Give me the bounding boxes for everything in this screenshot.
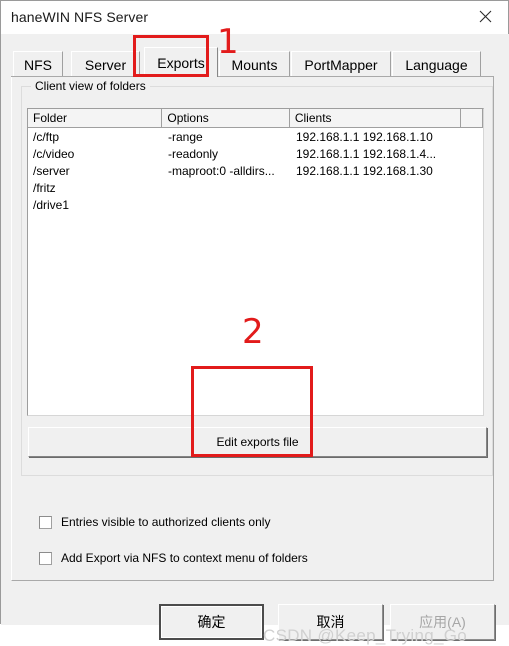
- cell-clients: [291, 179, 463, 196]
- edit-exports-file-label: Edit exports file: [216, 435, 299, 449]
- title-bar: haneWIN NFS Server: [1, 1, 508, 34]
- listview-rows: /c/ftp -range 192.168.1.1 192.168.1.10 /…: [28, 128, 483, 415]
- cancel-button-label: 取消: [316, 614, 345, 630]
- tab-language[interactable]: Language: [392, 51, 481, 77]
- table-row[interactable]: /c/video -readonly 192.168.1.1 192.168.1…: [28, 145, 483, 162]
- cell-options: [163, 179, 291, 196]
- column-header-folder[interactable]: Folder: [28, 109, 163, 128]
- tab-strip-underline: [11, 76, 494, 77]
- window-title: haneWIN NFS Server: [11, 9, 149, 25]
- checkbox-entries-visible-authorized-only[interactable]: Entries visible to authorized clients on…: [39, 515, 270, 529]
- checkbox-label: Add Export via NFS to context menu of fo…: [61, 551, 308, 565]
- apply-button: 应用(A): [390, 604, 495, 640]
- apply-button-label: 应用(A): [419, 614, 466, 630]
- ok-button-inner: 确定: [161, 606, 262, 638]
- checkbox-label: Entries visible to authorized clients on…: [61, 515, 271, 529]
- cell-clients: 192.168.1.1 192.168.1.30: [296, 163, 433, 178]
- cell-options: -maproot:0 -alldirs...: [168, 163, 275, 178]
- application-window: haneWIN NFS Server NFS Server Exports Mo…: [0, 0, 509, 645]
- cell-folder: /fritz: [33, 180, 56, 195]
- cell-options: [163, 196, 291, 213]
- tab-server[interactable]: Server: [71, 51, 140, 77]
- column-header-clients[interactable]: Clients: [289, 109, 462, 128]
- column-header-spare[interactable]: [461, 109, 483, 128]
- checkbox-box-icon[interactable]: [39, 515, 52, 529]
- edit-exports-file-button[interactable]: Edit exports file: [28, 427, 487, 457]
- table-row[interactable]: /c/ftp -range 192.168.1.1 192.168.1.10: [28, 128, 483, 145]
- cell-clients: [291, 196, 463, 213]
- dialog-body: NFS Server Exports Mounts PortMapper Lan…: [1, 34, 509, 645]
- tab-label: NFS: [24, 56, 52, 73]
- tab-portmapper[interactable]: PortMapper: [291, 51, 391, 77]
- tab-nfs[interactable]: NFS: [13, 51, 63, 77]
- tab-mounts[interactable]: Mounts: [219, 51, 290, 77]
- exports-listview[interactable]: Folder Options Clients /c/ftp -range 192…: [27, 108, 484, 416]
- cell-folder: /c/ftp: [33, 129, 60, 144]
- tab-label: Server: [84, 56, 127, 73]
- table-row[interactable]: /drive1: [28, 196, 483, 213]
- tab-strip: NFS Server Exports Mounts PortMapper Lan…: [11, 35, 494, 77]
- cell-options: -readonly: [168, 146, 219, 161]
- tab-label: Exports: [157, 54, 205, 71]
- table-row[interactable]: /server -maproot:0 -alldirs... 192.168.1…: [28, 162, 483, 179]
- column-header-options[interactable]: Options: [162, 109, 290, 128]
- checkbox-add-export-context-menu[interactable]: Add Export via NFS to context menu of fo…: [39, 551, 308, 565]
- listview-header: Folder Options Clients: [28, 109, 483, 128]
- cell-folder: /c/video: [33, 146, 75, 161]
- cell-clients: 192.168.1.1 192.168.1.10: [296, 129, 433, 144]
- tab-label: PortMapper: [304, 56, 378, 73]
- table-row[interactable]: /fritz: [28, 179, 483, 196]
- cell-clients: 192.168.1.1 192.168.1.4...: [296, 146, 437, 161]
- checkbox-box-icon[interactable]: [39, 551, 52, 565]
- groupbox-label: Client view of folders: [31, 79, 150, 93]
- ok-button[interactable]: 确定: [159, 604, 264, 640]
- tab-label: Mounts: [231, 56, 278, 73]
- ok-button-label: 确定: [197, 614, 226, 630]
- cancel-button[interactable]: 取消: [278, 604, 383, 640]
- cell-folder: /server: [33, 163, 70, 178]
- cell-folder: /drive1: [33, 197, 70, 212]
- close-icon[interactable]: [462, 1, 508, 32]
- tab-exports[interactable]: Exports: [144, 47, 218, 77]
- tab-label: Language: [405, 56, 468, 73]
- cell-options: -range: [168, 129, 203, 144]
